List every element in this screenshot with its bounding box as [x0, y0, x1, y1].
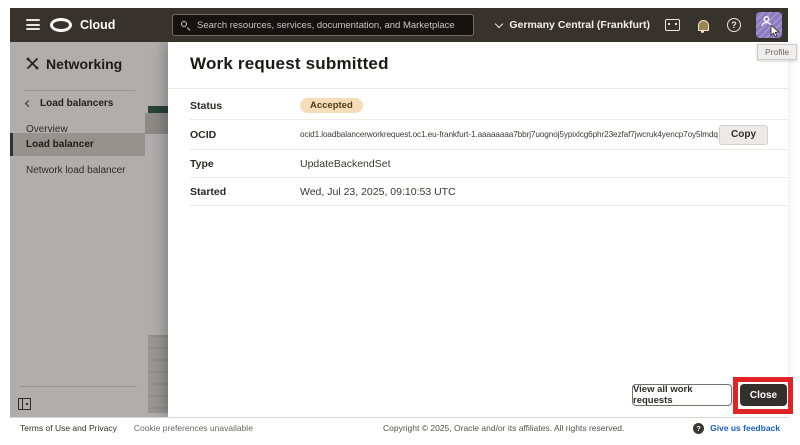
started-label: Started [190, 186, 300, 198]
ocid-value: ocid1.loadbalancerworkrequest.oc1.eu-fra… [300, 130, 718, 139]
type-row: Type UpdateBackendSet [190, 150, 788, 178]
started-row: Started Wed, Jul 23, 2025, 09:10:53 UTC [190, 178, 788, 206]
cloud-shell-button[interactable] [663, 16, 681, 34]
search-placeholder: Search resources, services, documentatio… [197, 20, 455, 31]
started-value: Wed, Jul 23, 2025, 09:10:53 UTC [300, 186, 456, 198]
notifications-bell-icon [698, 20, 709, 31]
mouse-cursor [770, 25, 780, 37]
chevron-down-icon [495, 19, 503, 27]
ocid-row: OCID ocid1.loadbalancerworkrequest.oc1.e… [190, 120, 788, 150]
terms-link[interactable]: Terms of Use and Privacy [20, 423, 117, 433]
status-label: Status [190, 100, 300, 112]
status-row: Status Accepted [190, 92, 788, 120]
feedback-help-icon: ? [693, 423, 704, 434]
status-badge: Accepted [300, 98, 363, 114]
cookie-preferences-text: Cookie preferences unavailable [134, 423, 253, 433]
cloud-shell-icon [665, 19, 680, 31]
ocid-label: OCID [190, 129, 300, 141]
footer: Terms of Use and Privacy Cookie preferen… [10, 417, 788, 438]
oracle-logo [50, 18, 72, 32]
profile-tooltip: Profile [757, 44, 797, 60]
search-input[interactable]: Search resources, services, documentatio… [172, 14, 474, 36]
divider [168, 88, 788, 89]
region-selector[interactable]: Germany Central (Frankfurt) [496, 19, 650, 31]
help-button[interactable]: ? [725, 16, 743, 34]
notifications-button[interactable] [694, 16, 712, 34]
copy-button[interactable]: Copy [719, 125, 768, 145]
type-value: UpdateBackendSet [300, 158, 390, 170]
give-feedback-link[interactable]: Give us feedback [710, 423, 780, 433]
brand-label: Cloud [80, 18, 115, 32]
search-icon [181, 21, 190, 30]
close-button[interactable]: Close [740, 384, 787, 406]
profile-button[interactable] [756, 12, 782, 38]
work-request-panel: Work request submitted Status Accepted O… [168, 42, 788, 417]
type-label: Type [190, 158, 300, 170]
region-label: Germany Central (Frankfurt) [509, 19, 650, 31]
screen: Networking Load balancers Overview Load … [0, 0, 800, 445]
top-navigation-bar: Cloud Search resources, services, docume… [10, 8, 788, 42]
help-icon: ? [727, 18, 741, 32]
view-all-work-requests-button[interactable]: View all work requests [632, 384, 732, 406]
copyright-text: Copyright © 2025, Oracle and/or its affi… [383, 423, 624, 433]
hamburger-menu-icon[interactable] [26, 19, 40, 30]
page-title: Work request submitted [190, 54, 389, 74]
